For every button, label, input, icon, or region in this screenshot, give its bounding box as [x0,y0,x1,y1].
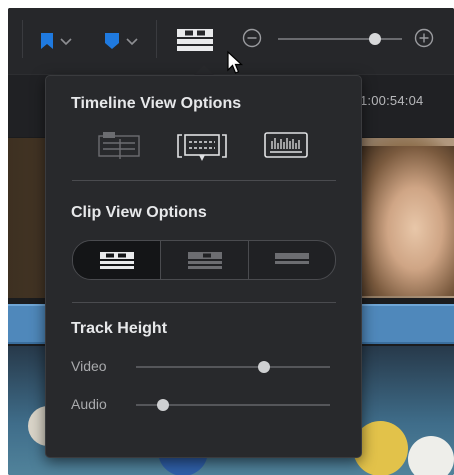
video-height-slider-knob[interactable] [258,361,271,373]
clip-view-segmented-control [72,240,336,280]
flag-button[interactable] [40,32,54,55]
flag-dropdown-button[interactable] [60,34,72,52]
flag-icon [41,33,53,49]
thumbnail-view-icon [188,252,222,269]
timeline-view-options-popup: Timeline View Options Clip View Options … [45,75,362,458]
audio-waveforms-button[interactable] [264,132,308,165]
subtitle-tracks-icon [177,134,227,161]
timeline-view-options-title: Timeline View Options [71,95,242,112]
clip-image-ball [408,436,454,475]
zoom-slider-knob[interactable] [368,33,381,45]
audio-waveforms-icon [264,132,308,158]
marker-icon [105,33,119,49]
zoom-in-icon [414,28,434,48]
subtitle-tracks-button[interactable] [176,131,228,168]
thumbnail-view-button[interactable] [161,241,248,279]
popup-caret [194,65,214,75]
timecode-label: 1:00:54:04 [360,93,424,108]
toolbar-separator [156,20,157,58]
marker-dropdown-button[interactable] [126,34,138,52]
zoom-in-button[interactable] [414,28,434,53]
editor-window: 1:00:54:04 Timeline View Options Clip Vi… [8,8,454,475]
arrow-cursor-icon [227,50,244,74]
toolbar-separator [22,20,23,58]
marker-button[interactable] [104,32,120,55]
simple-view-icon [275,253,309,264]
stacked-timelines-button[interactable] [98,131,140,166]
audio-height-label: Audio [71,396,107,412]
audio-height-slider-knob[interactable] [157,399,170,411]
video-height-slider-track[interactable] [136,366,330,368]
simple-view-button[interactable] [249,241,335,279]
section-divider [72,302,336,303]
filmstrip-view-button[interactable] [73,241,160,279]
timeline-view-options-icon [177,29,213,51]
clip-view-options-title: Clip View Options [71,204,207,221]
filmstrip-view-icon [100,252,134,269]
chevron-down-icon [126,38,138,46]
stacked-timelines-icon [98,132,140,159]
track-height-title: Track Height [71,320,168,337]
zoom-out-icon [242,28,262,48]
section-divider [72,180,336,181]
chevron-down-icon [60,38,72,46]
video-height-label: Video [71,358,107,374]
zoom-out-button[interactable] [242,28,262,53]
zoom-slider-track[interactable] [278,38,402,40]
clip-image-face [360,146,454,296]
timeline-view-options-button[interactable] [176,28,214,57]
